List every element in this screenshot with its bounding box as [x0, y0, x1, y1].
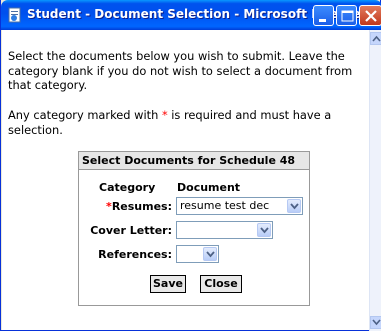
panel-title: Select Documents for Schedule 48: [79, 152, 309, 170]
cover-letter-label: Cover Letter:: [90, 224, 172, 237]
resumes-select[interactable]: resume test dec: [176, 197, 303, 215]
document-column-header: Document: [177, 181, 241, 194]
ie-page-icon: [7, 7, 23, 23]
chevron-down-icon[interactable]: [203, 247, 217, 261]
scroll-up-button[interactable]: [370, 32, 381, 45]
references-select[interactable]: [176, 245, 219, 263]
chevron-down-icon[interactable]: [257, 223, 271, 237]
resumes-label-text: Resumes:: [111, 200, 172, 213]
scroll-down-button[interactable]: [370, 316, 381, 329]
maximize-button[interactable]: [336, 5, 357, 26]
required-note: Any category marked with * is required a…: [8, 108, 369, 137]
close-window-button[interactable]: [359, 5, 381, 26]
title-bar[interactable]: Student - Document Selection - Microsoft…: [1, 0, 381, 30]
vertical-scrollbar[interactable]: [369, 30, 381, 331]
chevron-down-icon: [372, 319, 381, 326]
resumes-label: *Resumes:: [106, 200, 172, 213]
minimize-button[interactable]: [313, 5, 334, 26]
required-note-start: Any category marked with: [8, 108, 162, 122]
close-button[interactable]: Close: [200, 275, 242, 293]
category-column-header: Category: [99, 181, 156, 194]
close-icon: [365, 10, 377, 22]
document-selection-panel: Select Documents for Schedule 48 Categor…: [78, 151, 310, 306]
maximize-icon: [341, 10, 354, 22]
cover-letter-select[interactable]: [176, 221, 273, 239]
browser-popup-window: Student - Document Selection - Microsoft…: [0, 0, 381, 331]
instructions-text: Select the documents below you wish to s…: [8, 49, 353, 92]
references-label: References:: [98, 248, 172, 261]
chevron-down-icon[interactable]: [287, 199, 301, 213]
minimize-icon: [319, 19, 326, 22]
page-content: Select the documents below you wish to s…: [2, 30, 369, 330]
chevron-up-icon: [372, 35, 381, 42]
resumes-selected-value: resume test dec: [180, 199, 270, 212]
save-button[interactable]: Save: [150, 275, 186, 293]
